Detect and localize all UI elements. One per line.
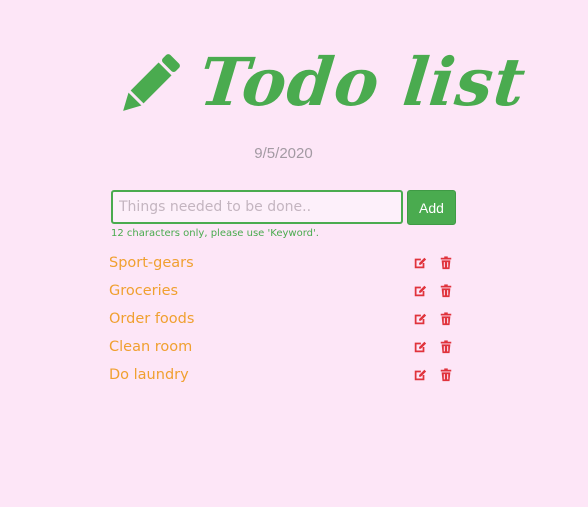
todo-input[interactable] xyxy=(111,190,403,224)
todo-actions xyxy=(413,333,453,361)
trash-icon[interactable] xyxy=(439,368,453,382)
todo-text: Groceries xyxy=(109,283,179,299)
todo-actions xyxy=(413,305,453,333)
trash-icon[interactable] xyxy=(439,340,453,354)
edit-icon[interactable] xyxy=(413,368,427,382)
input-hint: 12 characters only, please use 'Keyword'… xyxy=(111,228,319,239)
pencil-icon xyxy=(112,46,188,122)
todo-actions xyxy=(413,277,453,305)
current-date: 9/5/2020 xyxy=(254,145,313,162)
trash-icon[interactable] xyxy=(439,256,453,270)
edit-icon[interactable] xyxy=(413,340,427,354)
todo-item: Groceries xyxy=(109,277,459,305)
todo-item: Order foods xyxy=(109,305,459,333)
todo-item: Sport-gears xyxy=(109,249,459,277)
add-todo-form: Add xyxy=(111,190,456,225)
trash-icon[interactable] xyxy=(439,284,453,298)
todo-item: Clean room xyxy=(109,333,459,361)
todo-actions xyxy=(413,361,453,389)
todo-text: Sport-gears xyxy=(109,255,194,271)
todo-text: Do laundry xyxy=(109,367,189,383)
trash-icon[interactable] xyxy=(439,312,453,326)
page-title: Todo list xyxy=(195,43,530,121)
todo-text: Clean room xyxy=(109,339,193,355)
edit-icon[interactable] xyxy=(413,256,427,270)
header: Todo list xyxy=(112,40,530,124)
todo-app: Todo list 9/5/2020 Add 12 characters onl… xyxy=(0,0,588,507)
todo-text: Order foods xyxy=(109,311,195,327)
edit-icon[interactable] xyxy=(413,312,427,326)
add-button[interactable]: Add xyxy=(407,190,456,225)
todo-actions xyxy=(413,249,453,277)
edit-icon[interactable] xyxy=(413,284,427,298)
todo-item: Do laundry xyxy=(109,361,459,389)
todo-list: Sport-gears Groceries Order foods Clean … xyxy=(109,249,459,389)
